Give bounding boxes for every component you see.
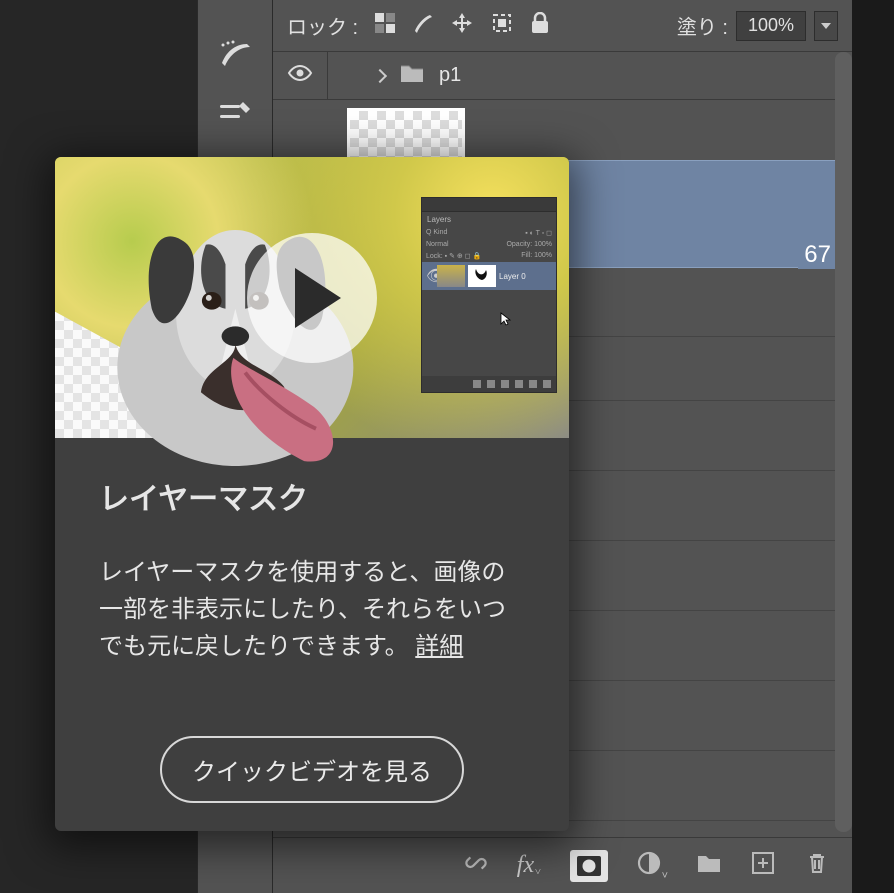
panel-scrollbar[interactable] bbox=[835, 52, 852, 832]
chevron-down-icon bbox=[821, 23, 831, 29]
tooltip-description: レイヤーマスクを使用すると、画像の一部を非表示にしたり、それらをいつでも元に戻し… bbox=[99, 554, 525, 666]
new-group-icon[interactable] bbox=[696, 850, 722, 881]
layer-group-row[interactable]: p1 bbox=[273, 52, 852, 100]
expand-chevron-icon[interactable] bbox=[375, 64, 385, 87]
brush-settings-icon[interactable] bbox=[217, 99, 253, 132]
adjustment-layer-icon[interactable]: ˅ bbox=[636, 850, 668, 881]
tooltip-title: レイヤーマスク bbox=[99, 474, 525, 518]
fill-input[interactable] bbox=[736, 11, 806, 41]
watch-video-button[interactable]: クイックビデオを見る bbox=[160, 736, 464, 803]
lock-brush-icon[interactable] bbox=[412, 12, 434, 40]
fill-dropdown-button[interactable] bbox=[814, 11, 838, 41]
delete-layer-icon[interactable] bbox=[804, 850, 830, 881]
layers-panel-footer: fx˅ ˅ bbox=[273, 837, 852, 893]
play-button[interactable] bbox=[247, 233, 377, 363]
lock-pixels-icon[interactable] bbox=[374, 12, 396, 40]
add-mask-button[interactable] bbox=[570, 850, 608, 882]
lock-position-icon[interactable] bbox=[450, 11, 474, 41]
play-icon bbox=[295, 268, 341, 328]
lock-artboard-icon[interactable] bbox=[490, 11, 514, 41]
learn-more-link[interactable]: 詳細 bbox=[415, 633, 463, 660]
lock-label: ロック : bbox=[287, 11, 358, 40]
new-layer-icon[interactable] bbox=[750, 850, 776, 881]
link-layers-icon[interactable] bbox=[463, 850, 489, 881]
lock-all-icon[interactable] bbox=[530, 12, 550, 40]
layer-mask-tooltip: Layers Q Kind▪ ◐ T ▫ ◻ NormalOpacity: 10… bbox=[55, 157, 569, 831]
layers-panel-lock-row: ロック : 塗り : bbox=[273, 0, 852, 52]
tooltip-video-thumbnail[interactable]: Layers Q Kind▪ ◐ T ▫ ◻ NormalOpacity: 10… bbox=[55, 157, 569, 438]
cursor-icon bbox=[500, 312, 512, 326]
group-name[interactable]: p1 bbox=[439, 64, 461, 87]
fill-label: 塗り : bbox=[677, 11, 728, 40]
visibility-icon[interactable] bbox=[287, 63, 313, 89]
mini-layers-panel: Layers Q Kind▪ ◐ T ▫ ◻ NormalOpacity: 10… bbox=[421, 197, 557, 393]
folder-icon bbox=[399, 62, 425, 90]
brush-preset-icon[interactable] bbox=[217, 40, 253, 73]
layer-fx-icon[interactable]: fx˅ bbox=[517, 852, 542, 879]
